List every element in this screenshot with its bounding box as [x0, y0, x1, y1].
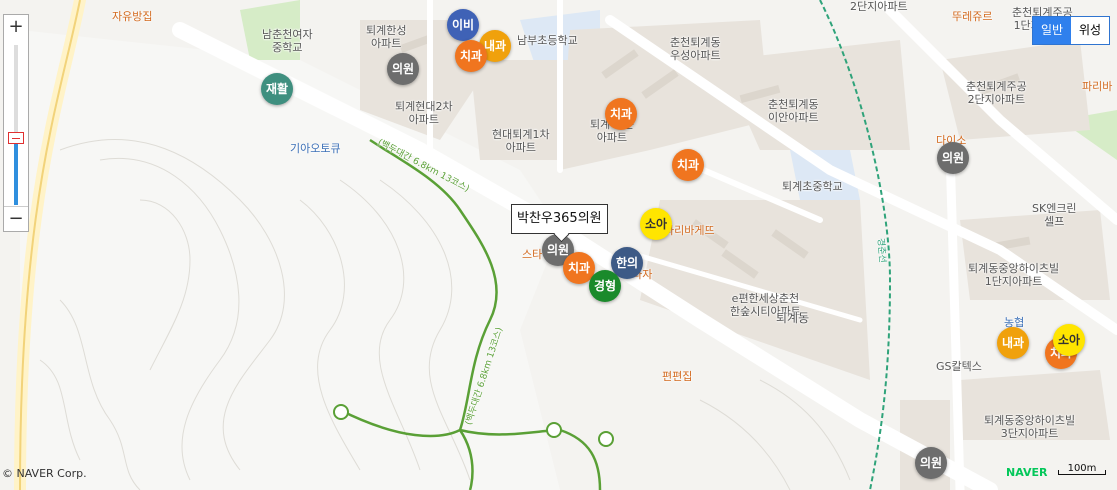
label-jayu[interactable]: 자유방집: [112, 10, 152, 23]
map-type-normal-button[interactable]: 일반: [1033, 17, 1071, 44]
marker-soa-2[interactable]: 소아: [1053, 324, 1085, 356]
naver-logo[interactable]: NAVER: [1006, 466, 1047, 479]
marker-uiwon-1[interactable]: 의원: [387, 53, 419, 85]
marker-jeonghyeong[interactable]: 경형: [589, 270, 621, 302]
map-type-satellite-button[interactable]: 위성: [1071, 17, 1109, 44]
label-jugong2[interactable]: 2단지아파트: [850, 0, 908, 13]
label-rail: 경춘선: [875, 237, 887, 264]
label-pyeonpyeon[interactable]: 편편집: [662, 370, 692, 383]
label-sk[interactable]: SK엔크린 셀프: [1032, 202, 1077, 228]
scale-bar: 100m: [1058, 463, 1106, 475]
zoom-out-button[interactable]: −: [4, 206, 28, 231]
marker-chigwa-3[interactable]: 치과: [672, 149, 704, 181]
zoom-control: + −: [3, 14, 29, 232]
marker-naegwa-2[interactable]: 내과: [997, 327, 1029, 359]
label-hyosung[interactable]: 퇴계동중앙하이츠빌 1단지아파트: [968, 262, 1059, 288]
label-hyundai-toegye1[interactable]: 현대퇴계1차 아파트: [492, 128, 550, 154]
marker-chigwa-2[interactable]: 치과: [605, 98, 637, 130]
label-gs[interactable]: GS칼텍스: [936, 360, 982, 373]
label-toegye-elem[interactable]: 퇴계초중학교: [782, 180, 843, 193]
zoom-in-button[interactable]: +: [4, 15, 28, 39]
label-ttoraejureu[interactable]: 뚜레쥬르: [952, 10, 992, 23]
label-nambu-school[interactable]: 남부초등학교: [517, 34, 578, 47]
marker-chigwa-1[interactable]: 치과: [455, 40, 487, 72]
label-toegye-dong: 퇴계동: [776, 311, 810, 325]
marker-jaehwal[interactable]: 재활: [261, 73, 293, 105]
label-chuncheon-woosung[interactable]: 춘천퇴계동 우성아파트: [670, 36, 721, 62]
scale-bar-line: [1058, 470, 1106, 475]
zoom-track-fill: [14, 137, 18, 205]
marker-uiwon-4[interactable]: 의원: [915, 447, 947, 479]
copyright-text: © NAVER Corp.: [2, 467, 87, 480]
zoom-slider-handle[interactable]: [8, 131, 24, 144]
label-toegye-hansung[interactable]: 퇴계한성 아파트: [366, 24, 406, 50]
label-hyosung3[interactable]: 퇴계동중앙하이츠빌 3단지아파트: [984, 414, 1075, 440]
marker-ibi[interactable]: 이비: [447, 9, 479, 41]
label-st[interactable]: 스타: [522, 248, 542, 261]
label-toegye-hyundai2[interactable]: 퇴계현대2차 아파트: [395, 100, 453, 126]
label-namchuncheon-school[interactable]: 남춘천여자 중학교: [262, 28, 313, 54]
label-iansuk[interactable]: 춘천퇴계동 이안아파트: [768, 98, 819, 124]
map-type-toggle: 일반 위성: [1032, 16, 1110, 45]
marker-tooltip: 박찬우365의원: [511, 204, 608, 234]
label-paris[interactable]: 파리바: [1082, 80, 1112, 93]
label-jugong2-full[interactable]: 춘천퇴계주공 2단지아파트: [966, 80, 1027, 106]
marker-soa-1[interactable]: 소아: [640, 208, 672, 240]
label-kia[interactable]: 기아오토큐: [290, 142, 341, 155]
marker-uiwon-3[interactable]: 의원: [937, 142, 969, 174]
